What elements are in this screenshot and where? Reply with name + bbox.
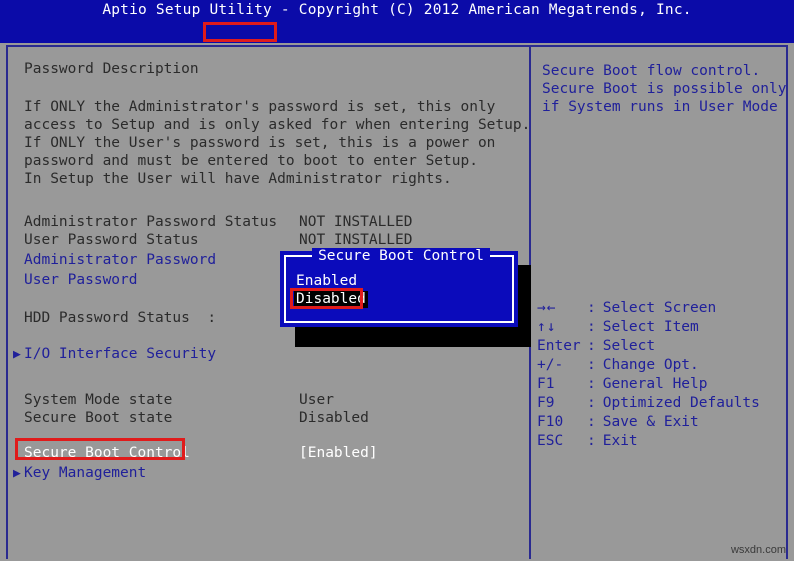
submenu-arrow-icon: ▶ [13,347,21,362]
key-name: Enter [537,338,581,354]
key-legend-row: ↑↓: Select Item [537,318,699,337]
key-legend-row: F1: General Help [537,375,708,394]
key-name: ESC [537,433,564,449]
key-separator: : [587,338,596,354]
description-line: If ONLY the Administrator's password is … [24,99,496,115]
row-label-user-password-status: User Password Status [24,232,199,248]
key-name: F9 [537,395,555,411]
description-line: In Setup the User will have Administrato… [24,171,452,187]
row-value-administrator-password-status: NOT INSTALLED [299,214,413,230]
key-separator: : [587,357,596,373]
key-separator: : [587,433,596,449]
key-name: F1 [537,376,555,392]
description-line: access to Setup and is only asked for wh… [24,117,528,133]
menu-bar: MainAdvancedBootSecuritySave & Exit [0,21,794,87]
key-action: Select Item [602,319,699,335]
row-io-interface-security[interactable]: I/O Interface Security [24,346,216,363]
key-legend-row: Enter: Select [537,337,655,356]
dialog-option-enabled[interactable]: Enabled [294,273,359,290]
dialog-title: Secure Boot Control [286,248,516,265]
key-glyph-icon: →← [537,300,557,316]
row-user-password[interactable]: User Password [24,272,138,289]
row-secure-boot-control[interactable]: Secure Boot Control [24,445,190,462]
description-line: password and must be entered to boot to … [24,153,478,169]
key-legend-row: F9: Optimized Defaults [537,394,760,413]
utility-title-bar: Aptio Setup Utility - Copyright (C) 2012… [0,0,794,21]
key-legend-row: +/-: Change Opt. [537,356,699,375]
row-value-system-mode-state: User [299,392,334,408]
key-separator: : [587,414,596,430]
key-action: Change Opt. [602,357,699,373]
row-label-administrator-password-status: Administrator Password Status [24,214,278,230]
key-legend-row: ESC: Exit [537,432,638,451]
section-title: Password Description [24,61,199,77]
help-pane: Secure Boot flow control. Secure Boot is… [533,47,786,559]
row-label-system-mode-state: System Mode state [24,392,173,408]
key-separator: : [587,319,596,335]
secure-boot-control-dialog: Secure Boot Control Enabled Disabled [280,248,518,327]
dialog-option-disabled[interactable]: Disabled [294,291,368,308]
submenu-arrow-icon: ▶ [13,466,21,481]
dialog-inner-border: Secure Boot Control Enabled Disabled [284,248,514,323]
help-text-line: if System runs in User Mode [542,99,778,115]
key-action: Save & Exit [602,414,699,430]
bios-setup-screen: Aptio Setup Utility - Copyright (C) 2012… [0,0,794,561]
watermark: wsxdn.com [730,544,786,556]
key-legend-row: F10: Save & Exit [537,413,699,432]
key-action: Optimized Defaults [602,395,760,411]
key-legend-row: →←: Select Screen [537,299,716,318]
row-value-user-password-status: NOT INSTALLED [299,232,413,248]
key-name: F10 [537,414,564,430]
row-administrator-password[interactable]: Administrator Password [24,252,216,269]
key-separator: : [587,395,596,411]
help-text-line: Secure Boot is possible only [542,81,786,97]
help-text-line: Secure Boot flow control. [542,63,761,79]
row-value-secure-boot-control: [Enabled] [299,445,378,461]
key-action: Exit [602,433,638,449]
row-key-management[interactable]: Key Management [24,465,146,482]
key-action: Select [602,338,656,354]
key-action: Select Screen [602,300,717,316]
description-line: If ONLY the User's password is set, this… [24,135,496,151]
key-name: +/- [537,357,564,373]
key-glyph-icon: ↑↓ [537,319,557,335]
key-separator: : [587,376,596,392]
key-separator: : [587,300,596,316]
row-label-secure-boot-state: Secure Boot state [24,410,173,426]
row-value-secure-boot-state: Disabled [299,410,369,426]
key-action: General Help [602,376,708,392]
row-label-hdd-password-status: HDD Password Status : [24,310,217,326]
